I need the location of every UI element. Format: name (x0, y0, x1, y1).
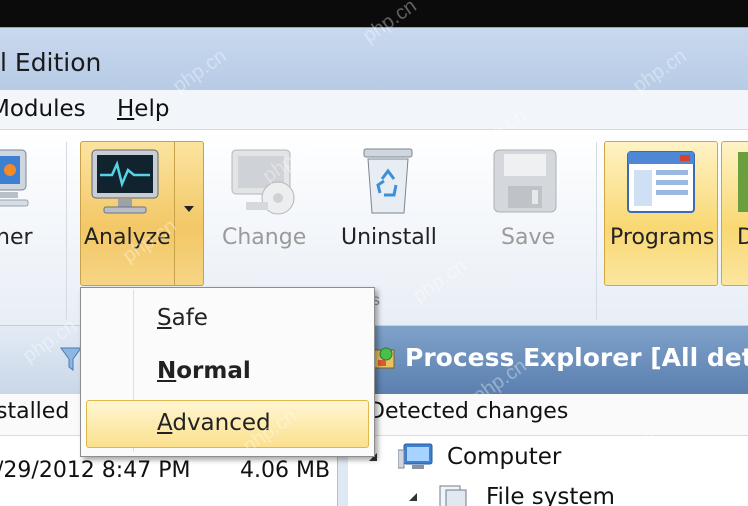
programs-label: Programs (610, 225, 715, 250)
tree-item-computer[interactable]: Computer (447, 444, 561, 470)
program-window-icon (627, 151, 695, 213)
detected-changes-column-header[interactable]: Detected changes (368, 399, 568, 424)
menu-item-safe[interactable]: Safe (157, 305, 208, 331)
ribbon-separator (596, 142, 597, 320)
size-cell: 4.06 MB (240, 458, 331, 483)
right-pane-title: Process Explorer [All deta (405, 343, 748, 372)
menu-bar: Modules Help (0, 90, 748, 130)
menu-help[interactable]: Help (117, 96, 169, 122)
partial-icon (738, 152, 748, 212)
process-explorer-icon (373, 347, 395, 369)
window-title: l Edition (0, 48, 102, 77)
menu-item-advanced[interactable]: Advanced (157, 410, 271, 436)
install-date-cell: /29/2012 8:47 PM (0, 458, 191, 483)
screen-top-border (0, 0, 748, 27)
right-pane-column-header: Detected changes (348, 394, 748, 436)
floppy-disk-icon (493, 149, 557, 213)
ribbon-separator (66, 142, 67, 320)
analyze-label: Analyze (84, 225, 171, 250)
recycle-bin-icon (363, 148, 413, 214)
computer-icon (398, 443, 433, 469)
change-icon (231, 149, 295, 215)
filter-icon[interactable] (60, 346, 82, 372)
monitor-icon (91, 149, 159, 214)
tree-item-file-system[interactable]: File system (486, 484, 615, 506)
menu-item-normal[interactable]: Normal (157, 358, 251, 384)
installed-column-header[interactable]: stalled (0, 399, 69, 424)
chevron-down-icon[interactable] (184, 206, 194, 212)
menu-modules[interactable]: Modules (0, 96, 86, 122)
file-system-icon (439, 485, 467, 506)
window-titlebar: l Edition (0, 27, 748, 90)
tree-collapse-icon[interactable] (408, 492, 418, 502)
cleaner-icon (0, 149, 29, 207)
analyze-split-divider (174, 142, 175, 285)
